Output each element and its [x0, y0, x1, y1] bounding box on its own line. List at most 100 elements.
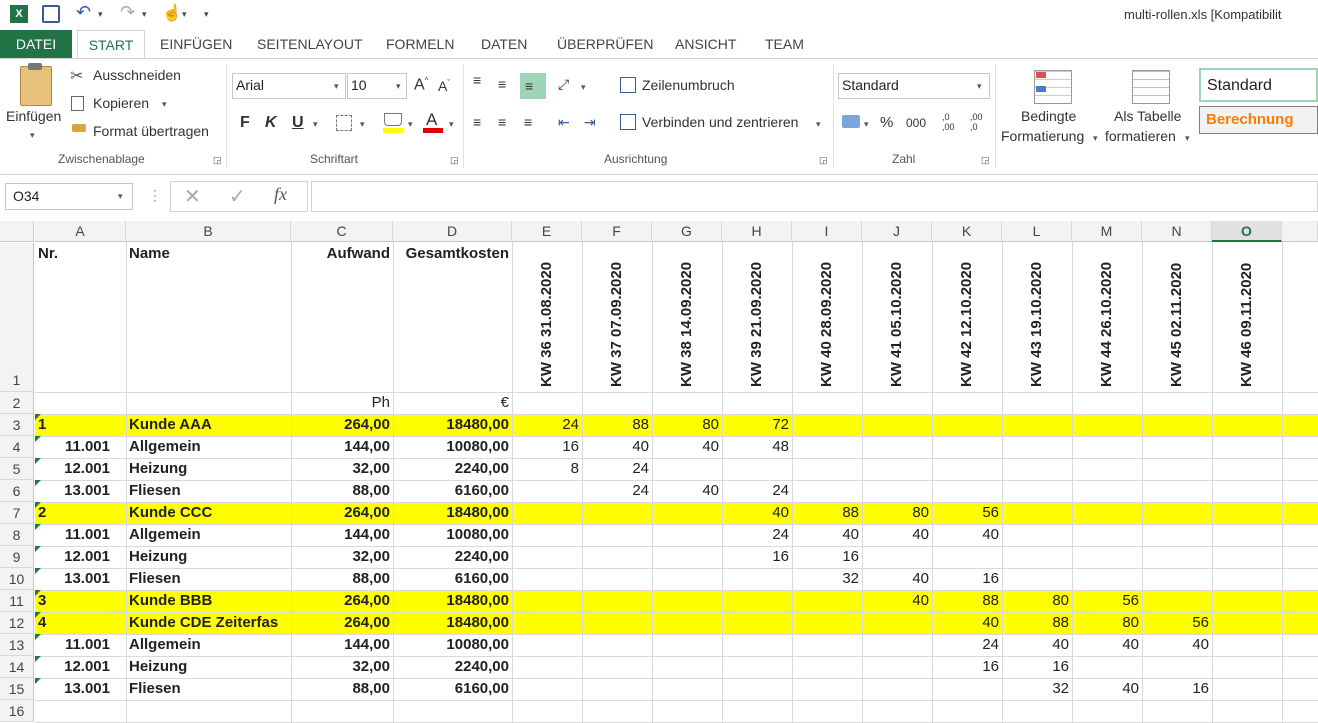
name-box-dropdown-icon[interactable]: ▾ [118, 191, 123, 202]
cell-week-value[interactable]: 80 [862, 502, 932, 524]
redo-dropdown-icon[interactable]: ▾ [142, 9, 147, 27]
cell-aufwand[interactable]: 264,00 [291, 502, 393, 524]
number-launcher-icon[interactable]: ◲ [981, 155, 990, 166]
row-header[interactable]: 2 [0, 392, 34, 414]
cell-name[interactable]: Allgemein [126, 524, 291, 546]
redo-icon[interactable]: ↷ [120, 2, 135, 22]
font-color-dropdown-icon[interactable]: ▾ [449, 119, 454, 130]
percent-button[interactable]: % [880, 114, 893, 131]
shrink-font-icon[interactable]: Aˇ [438, 78, 450, 94]
underline-dropdown-icon[interactable]: ▾ [313, 119, 318, 130]
cell-week-value[interactable]: 56 [932, 502, 1002, 524]
cell-aufwand[interactable]: 264,00 [291, 590, 393, 612]
cell-name[interactable]: Kunde CCC [126, 502, 291, 524]
tab-data[interactable]: DATEN [481, 33, 527, 55]
cell-week-value[interactable]: 40 [1072, 634, 1142, 656]
number-format-select[interactable]: Standard [838, 73, 990, 99]
column-header[interactable]: B [126, 221, 291, 242]
cell-week-value[interactable]: 40 [1002, 634, 1072, 656]
cell-gesamtkosten[interactable]: 6160,00 [393, 678, 512, 700]
border-icon[interactable] [336, 115, 352, 131]
cut-button[interactable]: Ausschneiden [93, 67, 181, 83]
select-all-corner[interactable] [0, 221, 34, 242]
style-calculation[interactable]: Berechnung [1199, 106, 1318, 134]
clipboard-launcher-icon[interactable]: ◲ [213, 155, 222, 166]
touch-mode-icon[interactable]: ☝ [162, 3, 182, 22]
name-header[interactable]: Name [126, 243, 291, 265]
week-header[interactable]: KW 40 28.09.2020 [818, 262, 835, 387]
cell-aufwand[interactable]: 264,00 [291, 612, 393, 634]
cell-week-value[interactable]: 40 [1142, 634, 1212, 656]
cell-name[interactable]: Fliesen [126, 678, 291, 700]
cell-week-value[interactable]: 88 [582, 414, 652, 436]
cell-week-value[interactable]: 32 [792, 568, 862, 590]
column-header[interactable]: H [722, 221, 792, 242]
increase-indent-icon[interactable]: ⇥ [584, 114, 596, 131]
week-header[interactable]: KW 36 31.08.2020 [538, 262, 555, 387]
row-header[interactable]: 1 [0, 243, 34, 392]
cell-gesamtkosten[interactable]: 6160,00 [393, 480, 512, 502]
copy-icon[interactable] [71, 96, 84, 111]
cell-gesamtkosten[interactable]: 10080,00 [393, 436, 512, 458]
cell-week-value[interactable]: 16 [512, 436, 582, 458]
tab-view[interactable]: ANSICHT [675, 33, 736, 55]
cell-week-value[interactable]: 16 [792, 546, 862, 568]
week-header[interactable]: KW 42 12.10.2020 [958, 262, 975, 387]
column-header[interactable]: O [1212, 221, 1282, 242]
cell-aufwand[interactable]: 144,00 [291, 524, 393, 546]
cell-name[interactable]: Fliesen [126, 480, 291, 502]
row-header[interactable]: 3 [0, 414, 34, 436]
column-header[interactable]: F [582, 221, 652, 242]
cell-week-value[interactable]: 24 [582, 458, 652, 480]
cell-name[interactable]: Kunde BBB [126, 590, 291, 612]
cell-week-value[interactable]: 56 [1072, 590, 1142, 612]
column-header[interactable]: D [393, 221, 512, 242]
cell-nr[interactable]: 12.001 [35, 656, 126, 678]
row-header[interactable]: 16 [0, 700, 34, 722]
fill-color-dropdown-icon[interactable]: ▾ [408, 119, 413, 130]
tab-formulas[interactable]: FORMELN [386, 33, 454, 55]
undo-dropdown-icon[interactable]: ▾ [98, 9, 103, 27]
currency-icon[interactable] [842, 115, 860, 128]
grow-font-icon[interactable]: A^ [414, 76, 428, 94]
merge-dropdown-icon[interactable]: ▾ [816, 119, 821, 130]
align-right-icon[interactable]: ≡ [524, 114, 532, 130]
border-dropdown-icon[interactable]: ▾ [360, 119, 365, 130]
cell-nr[interactable]: 13.001 [35, 568, 126, 590]
row-header[interactable]: 6 [0, 480, 34, 502]
cell-week-value[interactable]: 24 [582, 480, 652, 502]
week-header[interactable]: KW 39 21.09.2020 [748, 262, 765, 387]
increase-decimal-icon[interactable]: ,0,00 [942, 112, 955, 132]
format-painter-button[interactable]: Format übertragen [93, 123, 209, 139]
cell-week-value[interactable]: 40 [722, 502, 792, 524]
decrease-indent-icon[interactable]: ⇤ [558, 114, 570, 131]
orientation-dropdown-icon[interactable]: ▾ [581, 82, 586, 93]
conditional-formatting-label1[interactable]: Bedingte [1021, 108, 1076, 124]
column-header[interactable]: N [1142, 221, 1212, 242]
cell-nr[interactable]: 4 [35, 612, 126, 634]
font-size-dropdown-icon[interactable]: ▾ [396, 81, 401, 92]
row-header[interactable]: 10 [0, 568, 34, 590]
cell-week-value[interactable]: 80 [1072, 612, 1142, 634]
row-header[interactable]: 14 [0, 656, 34, 678]
italic-button[interactable]: K [265, 114, 277, 132]
cell-week-value[interactable]: 40 [932, 612, 1002, 634]
week-header[interactable]: KW 43 19.10.2020 [1028, 262, 1045, 387]
paste-icon[interactable] [20, 66, 52, 106]
cell-week-value[interactable]: 40 [652, 436, 722, 458]
cell-nr[interactable]: 11.001 [35, 634, 126, 656]
cell-week-value[interactable]: 8 [512, 458, 582, 480]
unit-ph[interactable]: Ph [291, 392, 393, 414]
cell-nr[interactable]: 13.001 [35, 678, 126, 700]
style-standard[interactable]: Standard [1199, 68, 1318, 102]
cell-week-value[interactable]: 88 [1002, 612, 1072, 634]
cell-gesamtkosten[interactable]: 18480,00 [393, 612, 512, 634]
font-name-select[interactable]: Arial [232, 73, 346, 99]
cell-week-value[interactable]: 16 [1142, 678, 1212, 700]
cell-week-value[interactable]: 16 [1002, 656, 1072, 678]
insert-function-icon[interactable]: fx [274, 184, 287, 205]
cell-week-value[interactable]: 40 [862, 524, 932, 546]
cell-nr[interactable]: 12.001 [35, 546, 126, 568]
week-header[interactable]: KW 44 26.10.2020 [1098, 262, 1115, 387]
cell-week-value[interactable]: 16 [722, 546, 792, 568]
